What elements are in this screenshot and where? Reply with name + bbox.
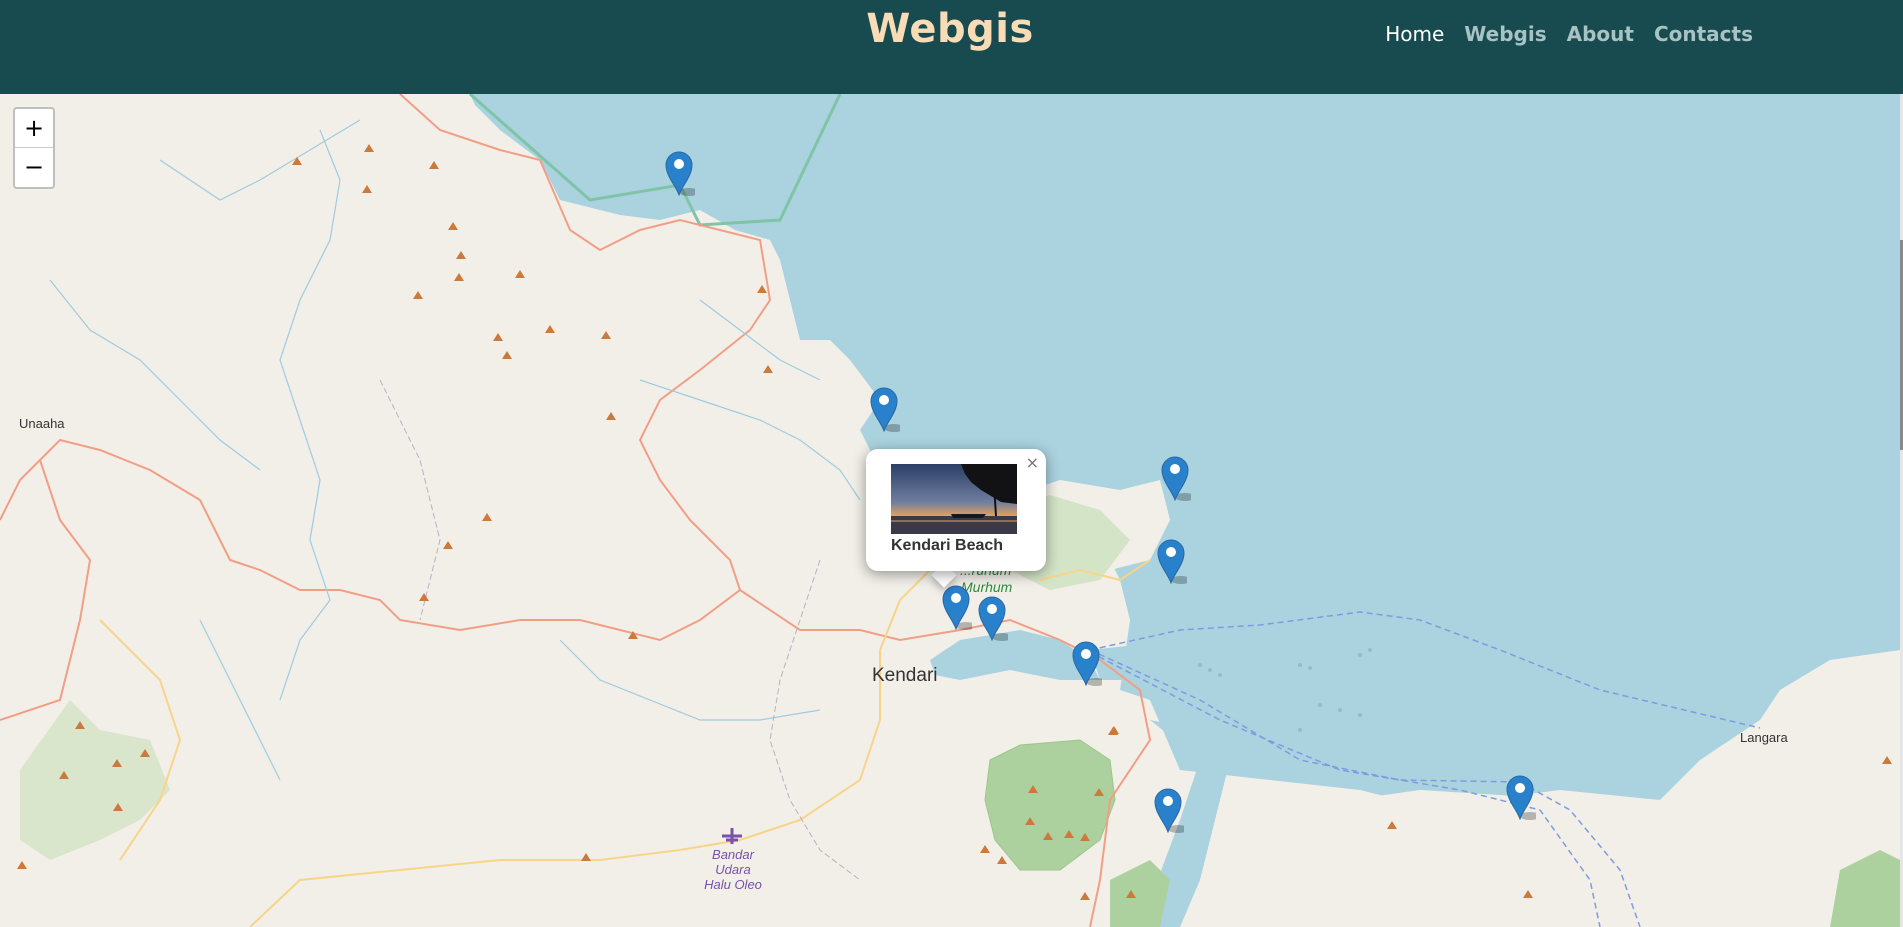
nav-contacts-link[interactable]: Contacts bbox=[1654, 22, 1753, 46]
airport-line-1: Bandar bbox=[712, 847, 754, 862]
marker-7[interactable] bbox=[1070, 638, 1106, 687]
marker-6[interactable] bbox=[976, 593, 1012, 642]
label-langara: Langara bbox=[1740, 730, 1788, 745]
popup-close-button[interactable]: × bbox=[1026, 453, 1039, 472]
zoom-control: + − bbox=[13, 107, 55, 189]
island-southeast bbox=[1340, 790, 1580, 927]
label-airport: Bandar Udara Halu Oleo bbox=[703, 847, 763, 892]
zoom-in-button[interactable]: + bbox=[15, 109, 53, 148]
marker-9[interactable] bbox=[1504, 772, 1540, 821]
map-marker-icon bbox=[942, 585, 976, 631]
location-popup: × Kendari Beach bbox=[866, 449, 1046, 571]
marker-4[interactable] bbox=[1155, 536, 1191, 585]
label-unaaha: Unaaha bbox=[19, 416, 65, 431]
nav-home-link[interactable]: Home bbox=[1385, 22, 1444, 46]
nav-webgis-link[interactable]: Webgis bbox=[1464, 22, 1546, 46]
airport-line-2: Udara bbox=[715, 862, 751, 877]
nav-menu: Home Webgis About Contacts bbox=[1385, 22, 1753, 46]
marker-2[interactable] bbox=[868, 384, 904, 433]
map-marker-icon bbox=[1161, 456, 1195, 502]
popup-title: Kendari Beach bbox=[891, 537, 1004, 554]
marker-1[interactable] bbox=[663, 148, 699, 197]
label-kendari: Kendari bbox=[872, 665, 938, 686]
zoom-out-button[interactable]: − bbox=[15, 148, 53, 186]
marker-5[interactable] bbox=[940, 582, 976, 631]
map-marker-icon bbox=[1157, 539, 1191, 585]
map-marker-icon bbox=[1154, 788, 1188, 834]
marker-8[interactable] bbox=[1152, 785, 1188, 834]
popup-photo bbox=[891, 464, 1017, 534]
map-marker-icon bbox=[1506, 775, 1540, 821]
nav-about-link[interactable]: About bbox=[1567, 22, 1634, 46]
marker-3[interactable] bbox=[1159, 453, 1195, 502]
airport-line-3: Halu Oleo bbox=[704, 877, 762, 892]
map-marker-icon bbox=[978, 596, 1012, 642]
map-marker-icon bbox=[665, 151, 699, 197]
navbar: Webgis Home Webgis About Contacts bbox=[0, 0, 1903, 94]
map-marker-icon bbox=[870, 387, 904, 433]
map-marker-icon bbox=[1072, 641, 1106, 687]
